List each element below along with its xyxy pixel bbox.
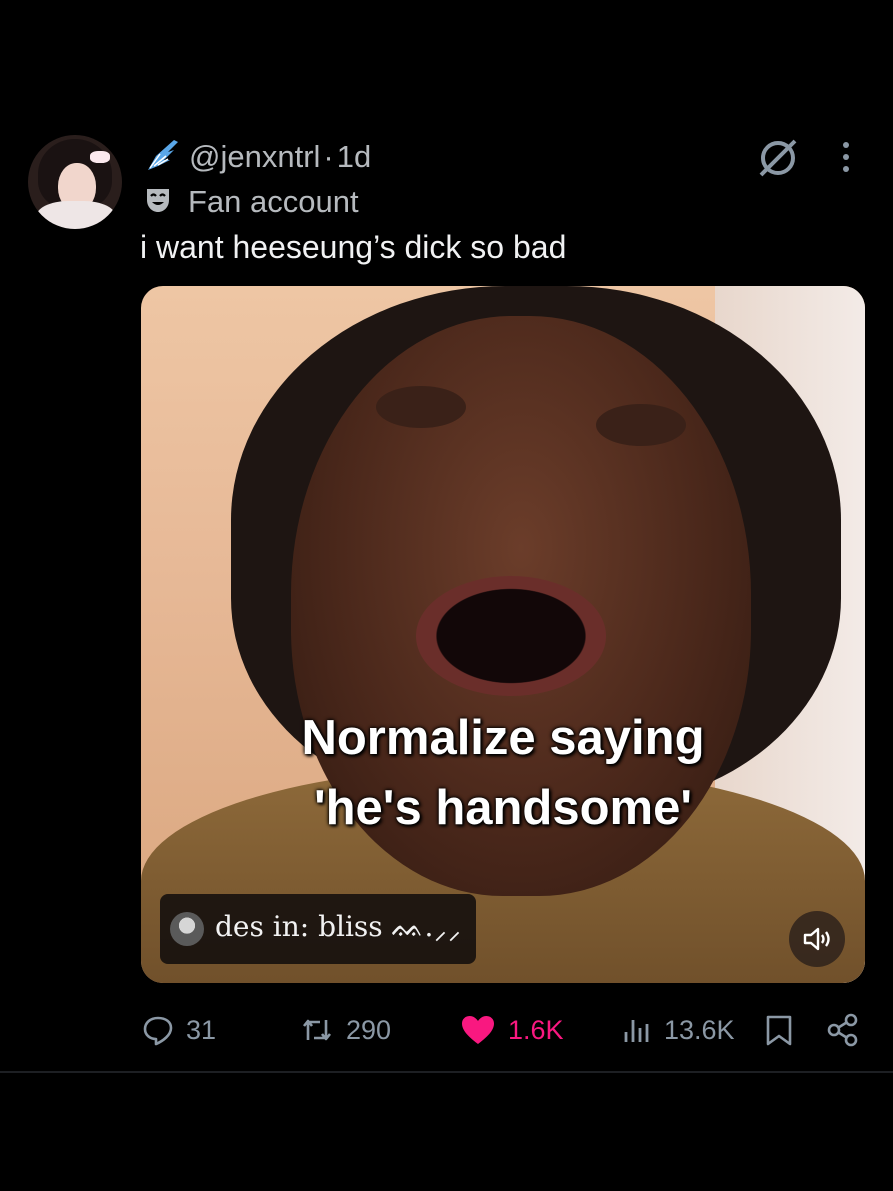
timestamp[interactable]: 1d xyxy=(337,139,371,174)
username-handle[interactable]: @jenxntrl xyxy=(189,139,320,174)
repost-count: 290 xyxy=(346,1014,392,1045)
media-eye-left xyxy=(376,386,466,428)
like-button[interactable]: 1.6K xyxy=(460,1008,564,1052)
views-button[interactable]: 13.6K xyxy=(622,1008,735,1052)
sound-tag-text: des in: bliss ᨐ.⸝⸝ xyxy=(215,910,462,943)
video-caption-line2: 'he's handsome' xyxy=(313,781,693,835)
action-bar: 31 290 1.6K 13.6K xyxy=(0,1008,893,1052)
heart-icon xyxy=(462,1016,494,1044)
reply-count: 31 xyxy=(186,1014,217,1045)
media-eye-right xyxy=(596,404,686,446)
sound-tag[interactable]: des in: bliss ᨐ.⸝⸝ xyxy=(160,894,476,964)
theater-mask-icon xyxy=(147,189,169,212)
volume-icon xyxy=(803,927,830,951)
post-text: i want heeseung’s dick so bad xyxy=(140,229,567,265)
reply-button[interactable]: 31 xyxy=(142,1008,216,1052)
media-mouth xyxy=(416,576,606,696)
views-icon xyxy=(624,1020,649,1042)
avatar[interactable] xyxy=(28,135,122,229)
repost-button[interactable]: 290 xyxy=(300,1008,391,1052)
handle-line[interactable]: @jenxntrl·1d xyxy=(189,139,371,175)
reply-icon xyxy=(143,1016,173,1046)
post-divider xyxy=(0,1071,893,1073)
avatar-bow xyxy=(90,151,110,163)
share-button[interactable] xyxy=(826,1008,872,1052)
bookmark-button[interactable] xyxy=(764,1008,806,1052)
separator-dot: · xyxy=(323,139,334,174)
post-media-video[interactable]: Normalize saying 'he's handsome' des in:… xyxy=(141,286,865,983)
bookmark-icon xyxy=(766,1015,792,1046)
more-vertical-icon[interactable] xyxy=(836,140,856,174)
grok-icon[interactable] xyxy=(757,137,799,179)
account-label[interactable]: Fan account xyxy=(188,184,359,220)
like-count: 1.6K xyxy=(508,1014,564,1045)
share-icon xyxy=(827,1013,858,1047)
sound-avatar xyxy=(170,912,204,946)
video-caption-line1: Normalize saying xyxy=(301,711,705,765)
volume-button[interactable] xyxy=(789,911,845,967)
views-count: 13.6K xyxy=(664,1014,735,1045)
repost-icon xyxy=(302,1019,332,1041)
avatar-body xyxy=(36,201,116,229)
wing-icon xyxy=(148,140,178,170)
